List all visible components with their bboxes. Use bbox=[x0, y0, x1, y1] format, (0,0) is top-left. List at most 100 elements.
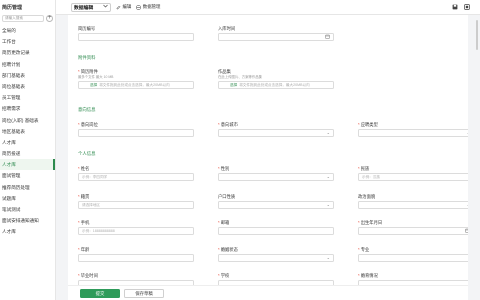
sidebar-item[interactable]: 简历更改记录 bbox=[0, 47, 55, 58]
birth-date-field: *出生年月日 bbox=[358, 220, 468, 235]
marital-select[interactable]: ⌄ bbox=[218, 254, 334, 262]
gender-field: *性别 ⌄ bbox=[218, 166, 334, 181]
data-manage-button[interactable]: 数据管理 bbox=[136, 4, 160, 10]
phone-label: *手机 bbox=[78, 220, 90, 225]
birth-date-input[interactable] bbox=[358, 227, 468, 235]
portfolio-field: 作品集 在此上传图片、方案等作品集 选择 将文件拖到此处或点击选择，最大20MB以… bbox=[218, 69, 338, 99]
ethnicity-input[interactable]: 示例：汉族 bbox=[358, 173, 468, 181]
entry-time-input[interactable] bbox=[218, 33, 334, 41]
name-input[interactable]: 示例：李四同学 bbox=[78, 173, 194, 181]
chevron-down-icon: ⌄ bbox=[467, 202, 468, 208]
sidebar: 简历管理 请输入搜索 + 全局的 工作台 简历更改记录 招聘计划 部门基础表 岗位基础表员… bbox=[0, 0, 56, 300]
intent-city-select[interactable]: ⌄ bbox=[218, 129, 334, 137]
job-type-select[interactable]: ⌄ bbox=[358, 129, 468, 137]
sidebar-item[interactable]: 面试安排通知通知 bbox=[0, 215, 55, 226]
sidebar-item[interactable]: 工作台 bbox=[0, 36, 55, 47]
native-place-label: *籍贯 bbox=[78, 194, 90, 199]
edit-icon bbox=[116, 5, 121, 9]
native-place-select[interactable]: 请选择地区 bbox=[78, 201, 194, 209]
required-mark: * bbox=[78, 69, 80, 74]
sidebar-item[interactable]: 面试管理 bbox=[0, 170, 55, 181]
sidebar-item[interactable]: 人才库 bbox=[0, 137, 55, 148]
school-label: *学校 bbox=[218, 273, 230, 278]
name-field: *姓名 示例：李四同学 bbox=[78, 166, 194, 181]
major-input[interactable] bbox=[358, 254, 468, 262]
sidebar-item[interactable]: 推荐简历处理 bbox=[0, 182, 55, 193]
major-label: *专业 bbox=[358, 247, 370, 252]
section-personal: 个人信息 bbox=[78, 151, 96, 156]
sidebar-item[interactable]: 招聘需求 bbox=[0, 103, 55, 114]
marriage-status-label: *婚育情况 bbox=[358, 273, 378, 278]
sidebar-add-button[interactable]: + bbox=[46, 14, 53, 22]
sidebar-search-input[interactable]: 请输入搜索 bbox=[2, 14, 45, 22]
sidebar-item[interactable]: 人才库 bbox=[0, 159, 55, 171]
intent-post-input[interactable] bbox=[78, 129, 194, 137]
political-field: 政治面貌 ⌄ bbox=[358, 194, 468, 209]
native-place-field: *籍贯 请选择地区 bbox=[78, 194, 194, 209]
sidebar-item[interactable]: 员工管理 bbox=[0, 92, 55, 103]
resume-attach-placeholder: 将文件拖到此处或点击选择，最大20MB以内 bbox=[99, 83, 170, 87]
email-input[interactable] bbox=[218, 227, 334, 235]
sidebar-list: 全局的 工作台 简历更改记录 招聘计划 部门基础表 岗位基础表 员工管理 招聘需求 岗位(入职)… bbox=[0, 25, 55, 238]
marriage-status-field: *婚育情况 bbox=[358, 273, 468, 285]
graduation-label: *毕业时间 bbox=[78, 273, 98, 278]
gender-label: *性别 bbox=[218, 166, 230, 171]
edit-label: 编辑 bbox=[122, 4, 132, 9]
portfolio-upload[interactable]: 选择 将文件拖到此处或点击选择，最大20MB以内 bbox=[218, 81, 334, 89]
gender-select[interactable]: ⌄ bbox=[218, 173, 334, 181]
sidebar-item[interactable]: 招聘计划 bbox=[0, 59, 55, 70]
household-select[interactable]: ⌄ bbox=[218, 201, 334, 209]
intent-city-field: *意向城市 ⌄ bbox=[218, 122, 334, 137]
sidebar-item[interactable]: 地区基础表 bbox=[0, 126, 55, 137]
household-field: 户口性质 ⌄ bbox=[218, 194, 334, 209]
sidebar-item[interactable]: 部门基础表 bbox=[0, 70, 55, 81]
sidebar-item[interactable]: 全局的 bbox=[0, 25, 55, 36]
settings-icon[interactable] bbox=[464, 3, 470, 11]
resume-no-input[interactable] bbox=[78, 33, 194, 41]
calendar-icon[interactable] bbox=[465, 228, 468, 234]
sidebar-search-row: 请输入搜索 + bbox=[0, 13, 55, 23]
portfolio-select-button[interactable]: 选择 bbox=[230, 83, 237, 87]
portfolio-hint: 在此上传图片、方案等作品集 bbox=[218, 75, 263, 79]
data-manage-label: 数据管理 bbox=[142, 4, 161, 9]
phone-input[interactable]: 示例：18888888888 bbox=[78, 227, 194, 235]
database-icon bbox=[136, 5, 141, 9]
age-input[interactable] bbox=[78, 254, 194, 262]
major-field: *专业 bbox=[358, 247, 468, 262]
resume-attach-label-text: 简历附件 bbox=[80, 69, 98, 74]
submit-button[interactable]: 提交 bbox=[80, 289, 120, 298]
edit-button[interactable]: 编辑 bbox=[116, 4, 131, 10]
intent-post-field: *意向岗位 bbox=[78, 122, 194, 137]
job-type-label: *应聘类型 bbox=[358, 122, 378, 127]
save-icon[interactable] bbox=[452, 4, 458, 11]
sidebar-item[interactable]: 笔试测试 bbox=[0, 204, 55, 215]
view-select-value: 数据编辑 bbox=[74, 5, 94, 11]
sidebar-item[interactable]: 人才库 bbox=[0, 226, 55, 237]
view-select[interactable]: 数据编辑 bbox=[71, 2, 111, 12]
resume-no-label: 简历编号 bbox=[78, 26, 96, 31]
resume-attach-upload[interactable]: 选择 将文件拖到此处或点击选择，最大20MB以内 bbox=[78, 81, 194, 89]
ethnicity-label: *民族 bbox=[358, 166, 370, 171]
political-select[interactable]: ⌄ bbox=[358, 201, 468, 209]
sidebar-item[interactable]: 试题库 bbox=[0, 193, 55, 204]
resume-attach-select-button[interactable]: 选择 bbox=[90, 83, 97, 87]
name-label: *姓名 bbox=[78, 166, 90, 171]
intent-city-label: *意向城市 bbox=[218, 122, 238, 127]
resume-no-field: 简历编号 bbox=[78, 26, 194, 41]
section-attachments: 附件资料 bbox=[78, 55, 96, 60]
email-field: *邮箱 bbox=[218, 220, 334, 235]
chevron-down-icon bbox=[103, 4, 108, 10]
political-label: 政治面貌 bbox=[358, 194, 376, 199]
chevron-down-icon: ⌄ bbox=[326, 202, 330, 207]
sidebar-item[interactable]: 岗位基础表 bbox=[0, 81, 55, 92]
intent-post-label: *意向岗位 bbox=[78, 122, 98, 127]
entry-time-field: 入库时间 bbox=[218, 26, 334, 41]
scrollbar[interactable] bbox=[476, 20, 478, 50]
age-label: *年龄 bbox=[78, 247, 90, 252]
sidebar-item[interactable]: 简历投递 bbox=[0, 148, 55, 159]
calendar-icon[interactable] bbox=[325, 34, 330, 40]
topbar-actions bbox=[446, 3, 470, 11]
sidebar-item[interactable]: 岗位(入职) 基础表 bbox=[0, 115, 55, 126]
save-draft-button[interactable]: 保存草稿 bbox=[124, 289, 164, 298]
household-label: 户口性质 bbox=[218, 194, 236, 199]
